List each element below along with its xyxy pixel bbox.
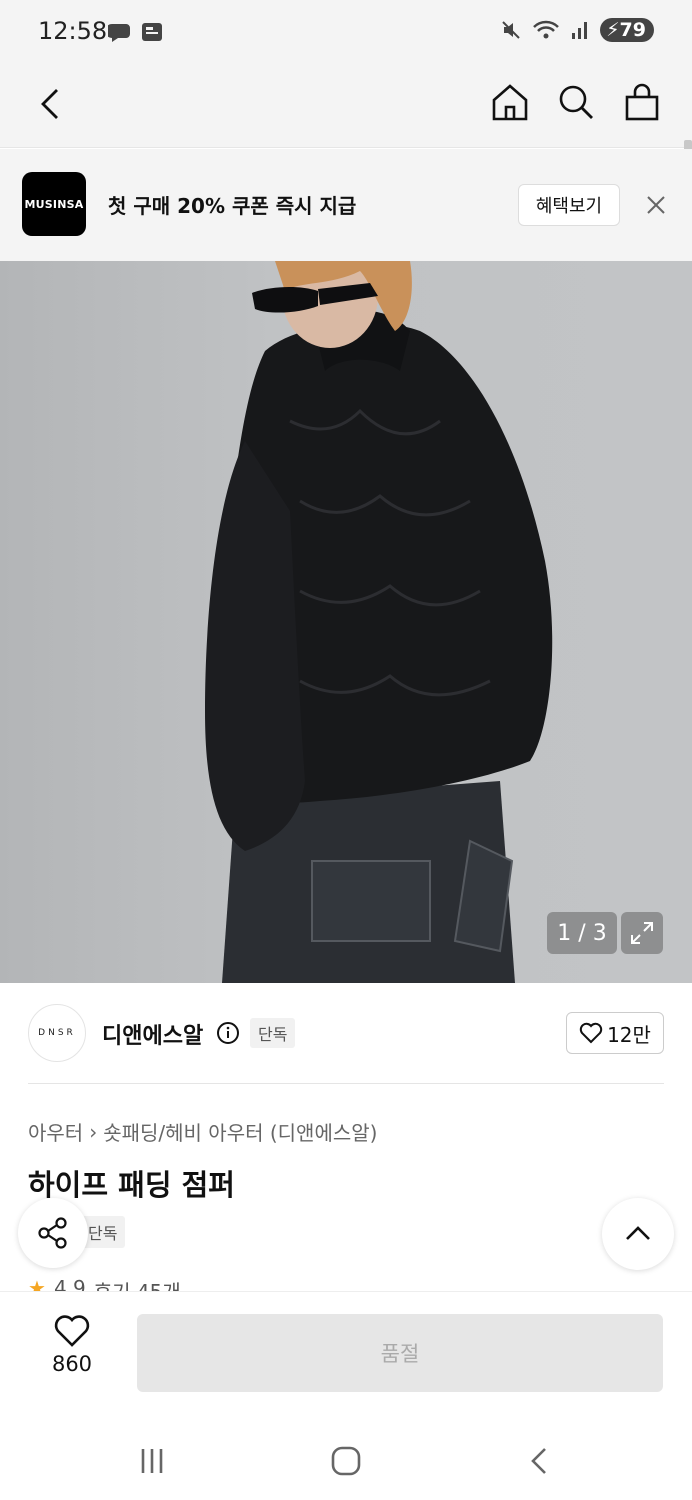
notification-icons: [108, 20, 164, 44]
expand-image-button[interactable]: [621, 912, 663, 954]
chat-notification-icon: [108, 24, 130, 42]
breadcrumb-item-category[interactable]: 아우터: [28, 1117, 83, 1146]
brand-like-count: 12만: [607, 1022, 651, 1047]
sold-out-button[interactable]: 품절: [137, 1314, 663, 1392]
brand-logo[interactable]: DNSR: [28, 1004, 86, 1062]
wishlist-count: 860: [51, 1352, 93, 1376]
heart-icon: [54, 1315, 90, 1347]
status-time: 12:58: [38, 17, 108, 45]
product-photo: [205, 261, 553, 983]
brand-row: DNSR 디앤에스알 단독 12만: [28, 1004, 664, 1064]
bottom-purchase-bar: 860 품절: [0, 1291, 692, 1421]
breadcrumb-item-subcategory[interactable]: 숏패딩/헤비 아우터 (디앤에스알): [103, 1117, 377, 1146]
expand-icon: [631, 922, 653, 944]
product-image-gallery[interactable]: 1 / 3: [0, 261, 692, 983]
breadcrumb: 아우터 › 숏패딩/헤비 아우터 (디앤에스알): [28, 1117, 377, 1146]
share-button[interactable]: [18, 1198, 88, 1268]
status-right: ⚡79: [500, 18, 654, 42]
chevron-right-icon: ›: [89, 1119, 98, 1144]
info-icon: [217, 1022, 239, 1044]
brand-info-button[interactable]: [216, 1021, 240, 1049]
image-counter: 1 / 3: [547, 912, 617, 954]
battery-indicator: ⚡79: [600, 18, 654, 42]
shopping-bag-icon: [625, 83, 659, 121]
battery-level: 79: [619, 19, 646, 41]
rating-row[interactable]: ★ 4.9 후기 45개: [28, 1276, 181, 1292]
cart-button[interactable]: [622, 80, 662, 124]
brand-like-button[interactable]: 12만: [566, 1012, 664, 1054]
search-button[interactable]: [556, 80, 596, 124]
home-icon: [492, 84, 528, 121]
share-icon: [38, 1217, 67, 1249]
musinsa-logo: MUSINSA: [22, 172, 86, 236]
recent-apps-icon: [141, 1449, 163, 1473]
chevron-up-icon: [626, 1226, 650, 1240]
search-icon: [559, 85, 593, 119]
chevron-left-icon: [41, 89, 58, 119]
recent-apps-button[interactable]: [132, 1441, 172, 1481]
coupon-banner[interactable]: MUSINSA 첫 구매 20% 쿠폰 즉시 지급 혜택보기: [0, 149, 692, 261]
home-button[interactable]: [490, 80, 530, 124]
system-navigation-bar: [0, 1421, 692, 1500]
system-back-button[interactable]: [520, 1441, 560, 1481]
wifi-icon: [533, 20, 560, 39]
brand-name[interactable]: 디앤에스알: [102, 1018, 203, 1050]
banner-text: 첫 구매 20% 쿠폰 즉시 지급: [108, 194, 357, 218]
nav-actions: [490, 80, 662, 124]
news-notification-icon: [142, 23, 162, 41]
status-bar: 12:58 ⚡79: [0, 0, 692, 64]
view-benefits-button[interactable]: 혜택보기: [518, 184, 620, 226]
back-arrow-icon: [531, 1448, 546, 1474]
wishlist-button[interactable]: 860: [38, 1314, 106, 1376]
rating-value: 4.9: [53, 1276, 86, 1292]
divider: [28, 1083, 664, 1084]
home-circle-icon: [331, 1446, 361, 1476]
mute-icon: [502, 21, 520, 39]
star-icon: ★: [28, 1276, 46, 1292]
brand-exclusive-tag: 단독: [250, 1018, 296, 1048]
signal-icon: [572, 22, 588, 39]
scroll-to-top-button[interactable]: [602, 1198, 674, 1270]
top-navigation: [0, 64, 692, 184]
back-button[interactable]: [30, 82, 74, 126]
heart-icon: [579, 1022, 603, 1044]
banner-close-button[interactable]: [642, 191, 670, 219]
review-count: 후기 45개: [93, 1280, 181, 1292]
home-system-button[interactable]: [326, 1441, 366, 1481]
close-icon: [647, 196, 665, 214]
